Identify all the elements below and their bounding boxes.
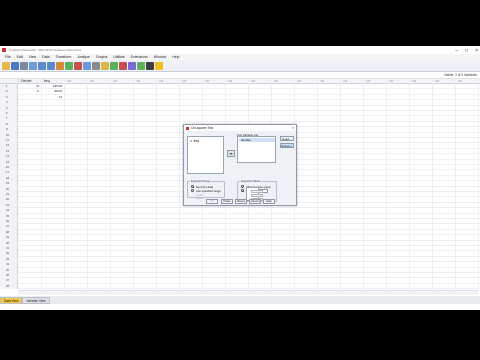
undo-icon[interactable] — [38, 62, 46, 70]
use-specified-range-radio[interactable] — [191, 189, 194, 192]
test-item-gender[interactable]: Gender — [239, 138, 275, 142]
column-gridline — [110, 79, 111, 290]
chi-square-dialog: Chi-square Test × ✎ freq ➡ Test Variable… — [183, 124, 297, 206]
values-radio[interactable] — [241, 189, 244, 192]
tab-data-view[interactable]: Data View — [0, 297, 23, 304]
window-title: Untitled1 [DataSet0] - IBM SPSS Statisti… — [9, 48, 82, 52]
get-from-data-radio[interactable] — [191, 185, 194, 188]
reset-button[interactable]: Reset — [235, 199, 247, 204]
column-gridline — [133, 79, 134, 290]
save-icon[interactable] — [11, 62, 19, 70]
split-file-icon[interactable] — [119, 62, 127, 70]
weight-cases-icon[interactable] — [128, 62, 136, 70]
toolbar — [0, 60, 480, 72]
all-categories-equal-radio[interactable] — [241, 185, 244, 188]
goto-variable-icon[interactable] — [65, 62, 73, 70]
expected-values-title: Expected Values — [240, 180, 262, 183]
insert-cases-icon[interactable] — [101, 62, 109, 70]
select-cases-icon[interactable] — [137, 62, 145, 70]
ok-button[interactable]: OK — [206, 199, 218, 204]
source-item-freq[interactable]: ✎ freq — [190, 139, 199, 143]
redo-icon[interactable] — [47, 62, 55, 70]
variables-icon[interactable] — [74, 62, 82, 70]
column-gridline — [64, 79, 65, 290]
table-cell[interactable] — [18, 284, 39, 289]
dialog-title: Chi-square Test — [191, 126, 214, 130]
open-icon[interactable] — [2, 62, 10, 70]
column-gridline — [432, 79, 433, 290]
view-tabs: Data View Variable View — [0, 296, 480, 304]
horizontal-scrollbar[interactable] — [18, 290, 478, 295]
title-bar: Untitled1 [DataSet0] - IBM SPSS Statisti… — [0, 46, 480, 54]
status-bar — [0, 304, 480, 310]
insert-variable-icon[interactable] — [110, 62, 118, 70]
column-gridline — [455, 79, 456, 290]
dialog-close-icon[interactable]: × — [292, 125, 294, 131]
spss-app-icon — [2, 48, 6, 52]
options-button[interactable]: Options... — [280, 143, 294, 148]
cancel-button[interactable]: Cancel — [249, 199, 261, 204]
column-gridline — [179, 79, 180, 290]
column-gridline — [41, 79, 42, 290]
column-gridline — [363, 79, 364, 290]
value-labels-icon[interactable] — [146, 62, 154, 70]
expected-range-title: Expected Range — [190, 180, 212, 183]
column-gridline — [478, 79, 479, 290]
move-variable-button[interactable]: ➡ — [227, 150, 235, 157]
test-variable-list[interactable]: Gender — [237, 136, 276, 163]
row-number[interactable]: 38 — [0, 283, 18, 290]
column-gridline — [340, 79, 341, 290]
exact-button[interactable]: Exact... — [280, 136, 294, 141]
recall-dialog-icon[interactable] — [29, 62, 37, 70]
column-gridline — [156, 79, 157, 290]
column-gridline — [87, 79, 88, 290]
print-icon[interactable] — [20, 62, 28, 70]
tab-variable-view[interactable]: Variable View — [22, 297, 50, 304]
goto-case-icon[interactable] — [56, 62, 64, 70]
table-cell[interactable] — [41, 284, 62, 289]
help-button[interactable]: Help — [263, 199, 275, 204]
table-row: 38 — [0, 283, 480, 290]
column-gridline — [386, 79, 387, 290]
expected-range-group: Expected Range Get from data Use specifi… — [187, 180, 225, 200]
variable-info-bar: Visible: 2 of 2 Variables — [0, 72, 480, 79]
add-value-button[interactable] — [251, 190, 263, 193]
spss-window: Untitled1 [DataSet0] - IBM SPSS Statisti… — [0, 46, 480, 310]
source-variable-list[interactable]: ✎ freq — [187, 136, 224, 174]
visible-variables-count: Visible: 2 of 2 Variables — [443, 73, 477, 77]
find-icon[interactable] — [92, 62, 100, 70]
column-gridline — [317, 79, 318, 290]
column-gridline — [409, 79, 410, 290]
dialog-icon — [186, 126, 189, 130]
dialog-button-row: OK Paste Reset Cancel Help — [184, 199, 296, 205]
dialog-title-bar: Chi-square Test × — [184, 125, 296, 131]
use-sets-icon[interactable] — [155, 62, 163, 70]
change-value-button[interactable] — [251, 194, 263, 197]
paste-button[interactable]: Paste — [221, 199, 233, 204]
run-descriptives-icon[interactable] — [83, 62, 91, 70]
